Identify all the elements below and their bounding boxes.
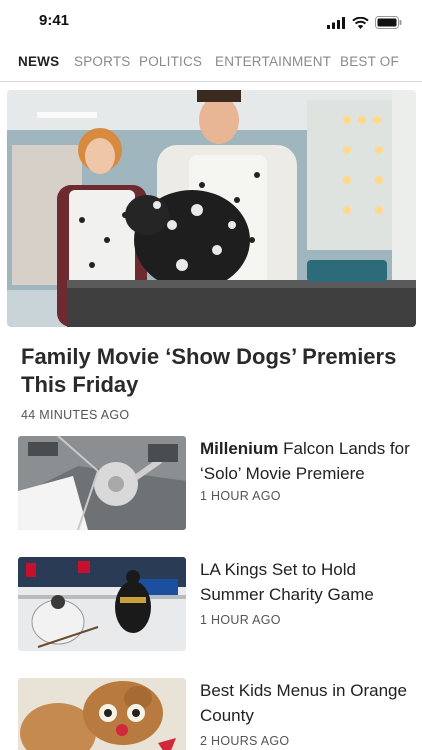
article-thumbnail bbox=[18, 678, 186, 750]
hero-image[interactable] bbox=[7, 90, 416, 327]
list-item[interactable]: Best Kids Menus in Orange County 2 HOURS… bbox=[18, 678, 408, 750]
tab-sports[interactable]: SPORTS bbox=[74, 54, 130, 69]
tab-entertainment[interactable]: ENTERTAINMENT bbox=[215, 54, 331, 69]
article-timestamp: 2 HOURS AGO bbox=[200, 734, 290, 748]
article-thumbnail bbox=[18, 557, 186, 651]
hero-timestamp: 44 MINUTES AGO bbox=[21, 408, 130, 422]
status-bar: 9:41 bbox=[0, 0, 422, 44]
article-thumbnail bbox=[18, 436, 186, 530]
article-timestamp: 1 HOUR AGO bbox=[200, 613, 281, 627]
status-icons bbox=[327, 16, 402, 29]
article-title[interactable]: Best Kids Menus in Orange County bbox=[200, 678, 410, 728]
hero-photo bbox=[7, 90, 416, 327]
battery-icon bbox=[375, 16, 402, 29]
tab-politics[interactable]: POLITICS bbox=[139, 54, 202, 69]
app-screen: 9:41 NEWS SPORTS POLITICS ENTERTAINMENT … bbox=[0, 0, 422, 750]
hero-title[interactable]: Family Movie ‘Show Dogs’ Premiers This F… bbox=[21, 343, 406, 399]
category-tabs: NEWS SPORTS POLITICS ENTERTAINMENT BEST … bbox=[0, 50, 422, 82]
tab-best-of[interactable]: BEST OF bbox=[340, 54, 399, 69]
article-title-bold: Millenium bbox=[200, 439, 279, 458]
wifi-icon bbox=[352, 16, 369, 29]
article-timestamp: 1 HOUR AGO bbox=[200, 489, 281, 503]
list-item[interactable]: LA Kings Set to Hold Summer Charity Game… bbox=[18, 557, 408, 653]
article-title-rest: Best Kids Menus in Orange County bbox=[200, 681, 407, 725]
tab-news[interactable]: NEWS bbox=[18, 54, 59, 69]
status-time: 9:41 bbox=[39, 12, 70, 29]
list-item[interactable]: Millenium Falcon Lands for ‘Solo’ Movie … bbox=[18, 436, 410, 532]
cellular-signal-icon bbox=[327, 16, 345, 29]
article-title[interactable]: Millenium Falcon Lands for ‘Solo’ Movie … bbox=[200, 436, 410, 486]
article-title-rest: LA Kings Set to Hold Summer Charity Game bbox=[200, 560, 374, 604]
article-title[interactable]: LA Kings Set to Hold Summer Charity Game bbox=[200, 557, 410, 607]
